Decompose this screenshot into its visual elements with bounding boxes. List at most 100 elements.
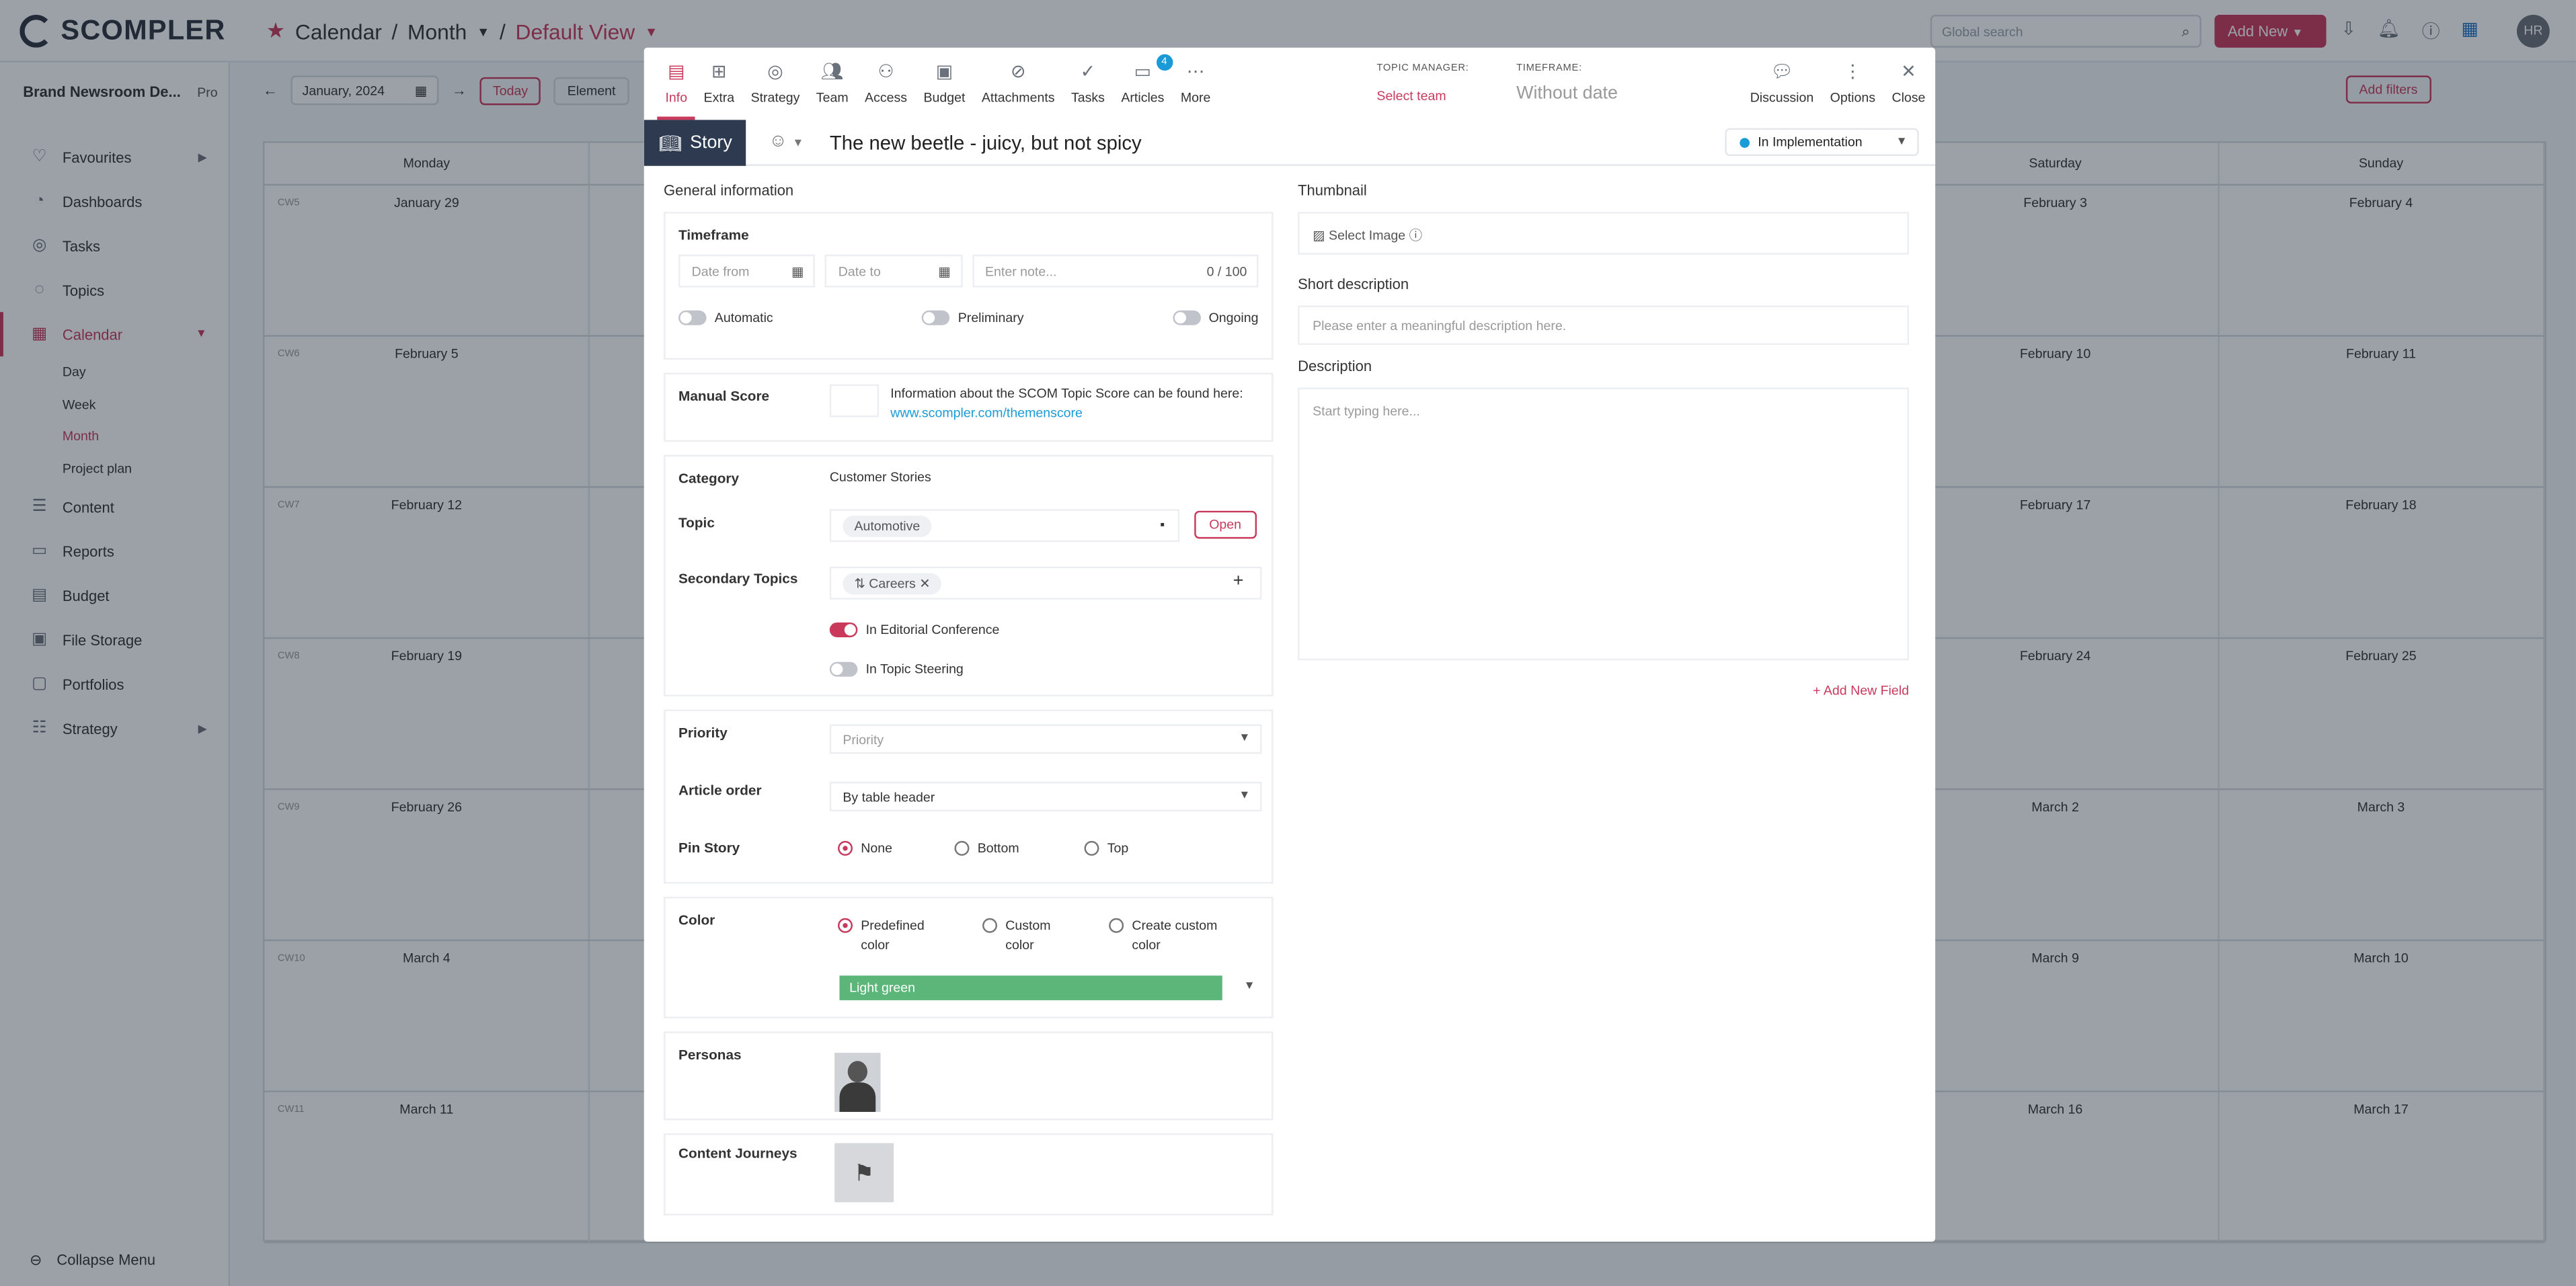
- tab-tasks[interactable]: ✓ Tasks: [1063, 61, 1113, 120]
- team-icon: 👥︎: [820, 62, 844, 83]
- timeframe-value[interactable]: Without date: [1516, 84, 1618, 104]
- chevron-down-icon: ▼: [1896, 136, 1908, 148]
- info-icon: ⓘ: [1409, 228, 1423, 243]
- type-tag: 📖︎ Story: [643, 120, 746, 166]
- preliminary-toggle[interactable]: Preliminary: [922, 309, 1024, 326]
- topic-manager-select[interactable]: Select team: [1376, 89, 1446, 104]
- short-description-input[interactable]: Please enter a meaningful description he…: [1298, 305, 1909, 346]
- pin-bottom-radio[interactable]: Bottom: [954, 839, 1019, 856]
- article-order-label: Article order: [678, 781, 762, 799]
- tab-info[interactable]: ▤ Info: [657, 61, 696, 120]
- status-dot: [1740, 137, 1750, 147]
- smiley-icon: ☺: [769, 131, 787, 151]
- chevron-down-icon: ▼: [1239, 732, 1251, 744]
- tab-access[interactable]: ⚇ Access: [857, 61, 915, 120]
- priority-label: Priority: [678, 724, 728, 741]
- modal-actions: 💬︎ Discussion ⋮ Options ✕ Close: [1750, 61, 1926, 106]
- priority-card: Priority Priority ▼ Article order By tabl…: [664, 709, 1274, 884]
- tab-budget[interactable]: ▣ Budget: [915, 61, 973, 120]
- budget-icon: ▣: [935, 62, 953, 83]
- close-icon: ✕: [1901, 62, 1916, 83]
- short-description-label: Short description: [1298, 276, 1409, 292]
- content-journeys-card: Content Journeys ⚑: [664, 1133, 1274, 1215]
- chevron-down-icon: ▼: [792, 138, 804, 150]
- topic-chip: Automotive: [843, 516, 932, 537]
- description-editor[interactable]: Start typing here...: [1298, 387, 1909, 661]
- ongoing-toggle[interactable]: Ongoing: [1172, 309, 1258, 326]
- date-to-input[interactable]: Date to ▦: [825, 254, 962, 288]
- general-info-heading: General information: [664, 182, 794, 199]
- color-label: Color: [678, 911, 715, 928]
- create-custom-color-radio[interactable]: Create custom color: [1109, 916, 1239, 956]
- ellipsis-icon: ⋯: [1186, 62, 1205, 83]
- chevron-down-icon: ▼: [1239, 790, 1251, 802]
- extra-icon: ⊞: [711, 62, 727, 83]
- access-icon: ⚇: [877, 62, 894, 83]
- editorial-conference-toggle[interactable]: In Editorial Conference: [829, 621, 999, 638]
- tab-strategy[interactable]: ◎ Strategy: [742, 61, 808, 120]
- secondary-topics-select[interactable]: ⇅ Careers ✕ +: [829, 566, 1262, 600]
- add-new-field-button[interactable]: + Add New Field: [1298, 683, 1909, 698]
- calendar-icon: ▦: [938, 264, 951, 280]
- timeframe-card: Timeframe Date from ▦ Date to ▦ Enter note…: [664, 212, 1274, 360]
- topic-label: Topic: [678, 514, 715, 531]
- topic-steering-toggle[interactable]: In Topic Steering: [829, 660, 964, 677]
- tab-extra[interactable]: ⊞ Extra: [695, 61, 742, 120]
- timeframe-label: TIMEFRAME:: [1516, 64, 1582, 74]
- check-circle-icon: ✓: [1080, 62, 1096, 83]
- article-order-select[interactable]: By table header ▼: [829, 781, 1262, 811]
- status-select[interactable]: In Implementation ▼: [1725, 128, 1919, 157]
- open-topic-button[interactable]: Open: [1194, 510, 1257, 539]
- category-label: Category: [678, 469, 740, 487]
- discussion-button[interactable]: 💬︎ Discussion: [1750, 61, 1814, 106]
- kebab-icon: ⋮: [1843, 62, 1862, 83]
- tab-more[interactable]: ⋯ More: [1173, 61, 1219, 120]
- chevron-down-icon: ▼: [1243, 980, 1255, 992]
- emoji-picker[interactable]: ☺ ▼: [769, 131, 804, 151]
- secondary-topics-label: Secondary Topics: [678, 569, 798, 587]
- select-image-button[interactable]: ▨ Select Image ⓘ: [1298, 212, 1909, 255]
- note-input[interactable]: Enter note... 0 / 100: [972, 254, 1259, 288]
- folder-icon: ▭: [1134, 62, 1152, 83]
- tab-articles[interactable]: ▭ Articles 4: [1113, 54, 1173, 120]
- priority-select[interactable]: Priority ▼: [829, 724, 1262, 754]
- pin-none-radio[interactable]: None: [838, 839, 892, 856]
- remove-chip-icon[interactable]: ✕: [919, 577, 930, 592]
- automatic-toggle[interactable]: Automatic: [678, 309, 773, 326]
- themenscore-link[interactable]: www.scompler.com/themenscore: [890, 404, 1243, 424]
- color-swatch: Light green: [839, 975, 1222, 1000]
- close-button[interactable]: ✕ Close: [1891, 61, 1925, 106]
- category-card: Category Customer Stories Topic Automoti…: [664, 454, 1274, 696]
- tab-team[interactable]: 👥︎ Team: [808, 61, 857, 120]
- plus-icon[interactable]: +: [1233, 571, 1244, 591]
- personas-card: Personas: [664, 1031, 1274, 1121]
- screen-root: SCOMPLER ★ Calendar / Month ▼ / Default …: [0, 0, 2576, 1286]
- story-title-input[interactable]: The new beetle - juicy, but not spicy: [830, 131, 1142, 154]
- color-card: Color Predefined color Custom color Crea…: [664, 896, 1274, 1018]
- manual-score-card: Manual Score Information about the SCOM …: [664, 372, 1274, 442]
- topic-select[interactable]: Automotive ▪: [829, 509, 1180, 542]
- date-from-input[interactable]: Date from ▦: [678, 254, 816, 288]
- modal-tabs: ▤ Info ⊞ Extra ◎ Strategy 👥︎ Team ⚇ Access ▣ Budget…: [657, 54, 1219, 120]
- tab-attachments[interactable]: ⊘ Attachments: [974, 61, 1063, 120]
- paperclip-icon: ⊘: [1010, 62, 1026, 83]
- color-select[interactable]: Light green ▼: [839, 975, 1261, 1002]
- manual-score-input[interactable]: [829, 384, 880, 417]
- info-doc-icon: ▤: [668, 62, 685, 83]
- target-icon: ◎: [767, 62, 783, 83]
- map-icon[interactable]: ⚑: [834, 1143, 894, 1203]
- pin-top-radio[interactable]: Top: [1084, 839, 1128, 856]
- calendar-icon: ▦: [791, 264, 804, 280]
- category-value[interactable]: Customer Stories: [830, 470, 931, 485]
- articles-count-badge: 4: [1156, 54, 1173, 71]
- manual-score-label: Manual Score: [678, 387, 770, 405]
- predefined-color-radio[interactable]: Predefined color: [838, 916, 943, 956]
- custom-color-radio[interactable]: Custom color: [982, 916, 1071, 956]
- persona-avatar[interactable]: [834, 1053, 881, 1113]
- options-button[interactable]: ⋮ Options: [1830, 61, 1875, 106]
- image-icon: ▨: [1313, 228, 1325, 243]
- story-modal: ▤ Info ⊞ Extra ◎ Strategy 👥︎ Team ⚇ Access ▣ Budget…: [643, 47, 1936, 1242]
- chat-icon: 💬︎: [1770, 62, 1794, 83]
- note-counter: 0 / 100: [1206, 264, 1247, 280]
- plus-icon: +: [1813, 683, 1821, 698]
